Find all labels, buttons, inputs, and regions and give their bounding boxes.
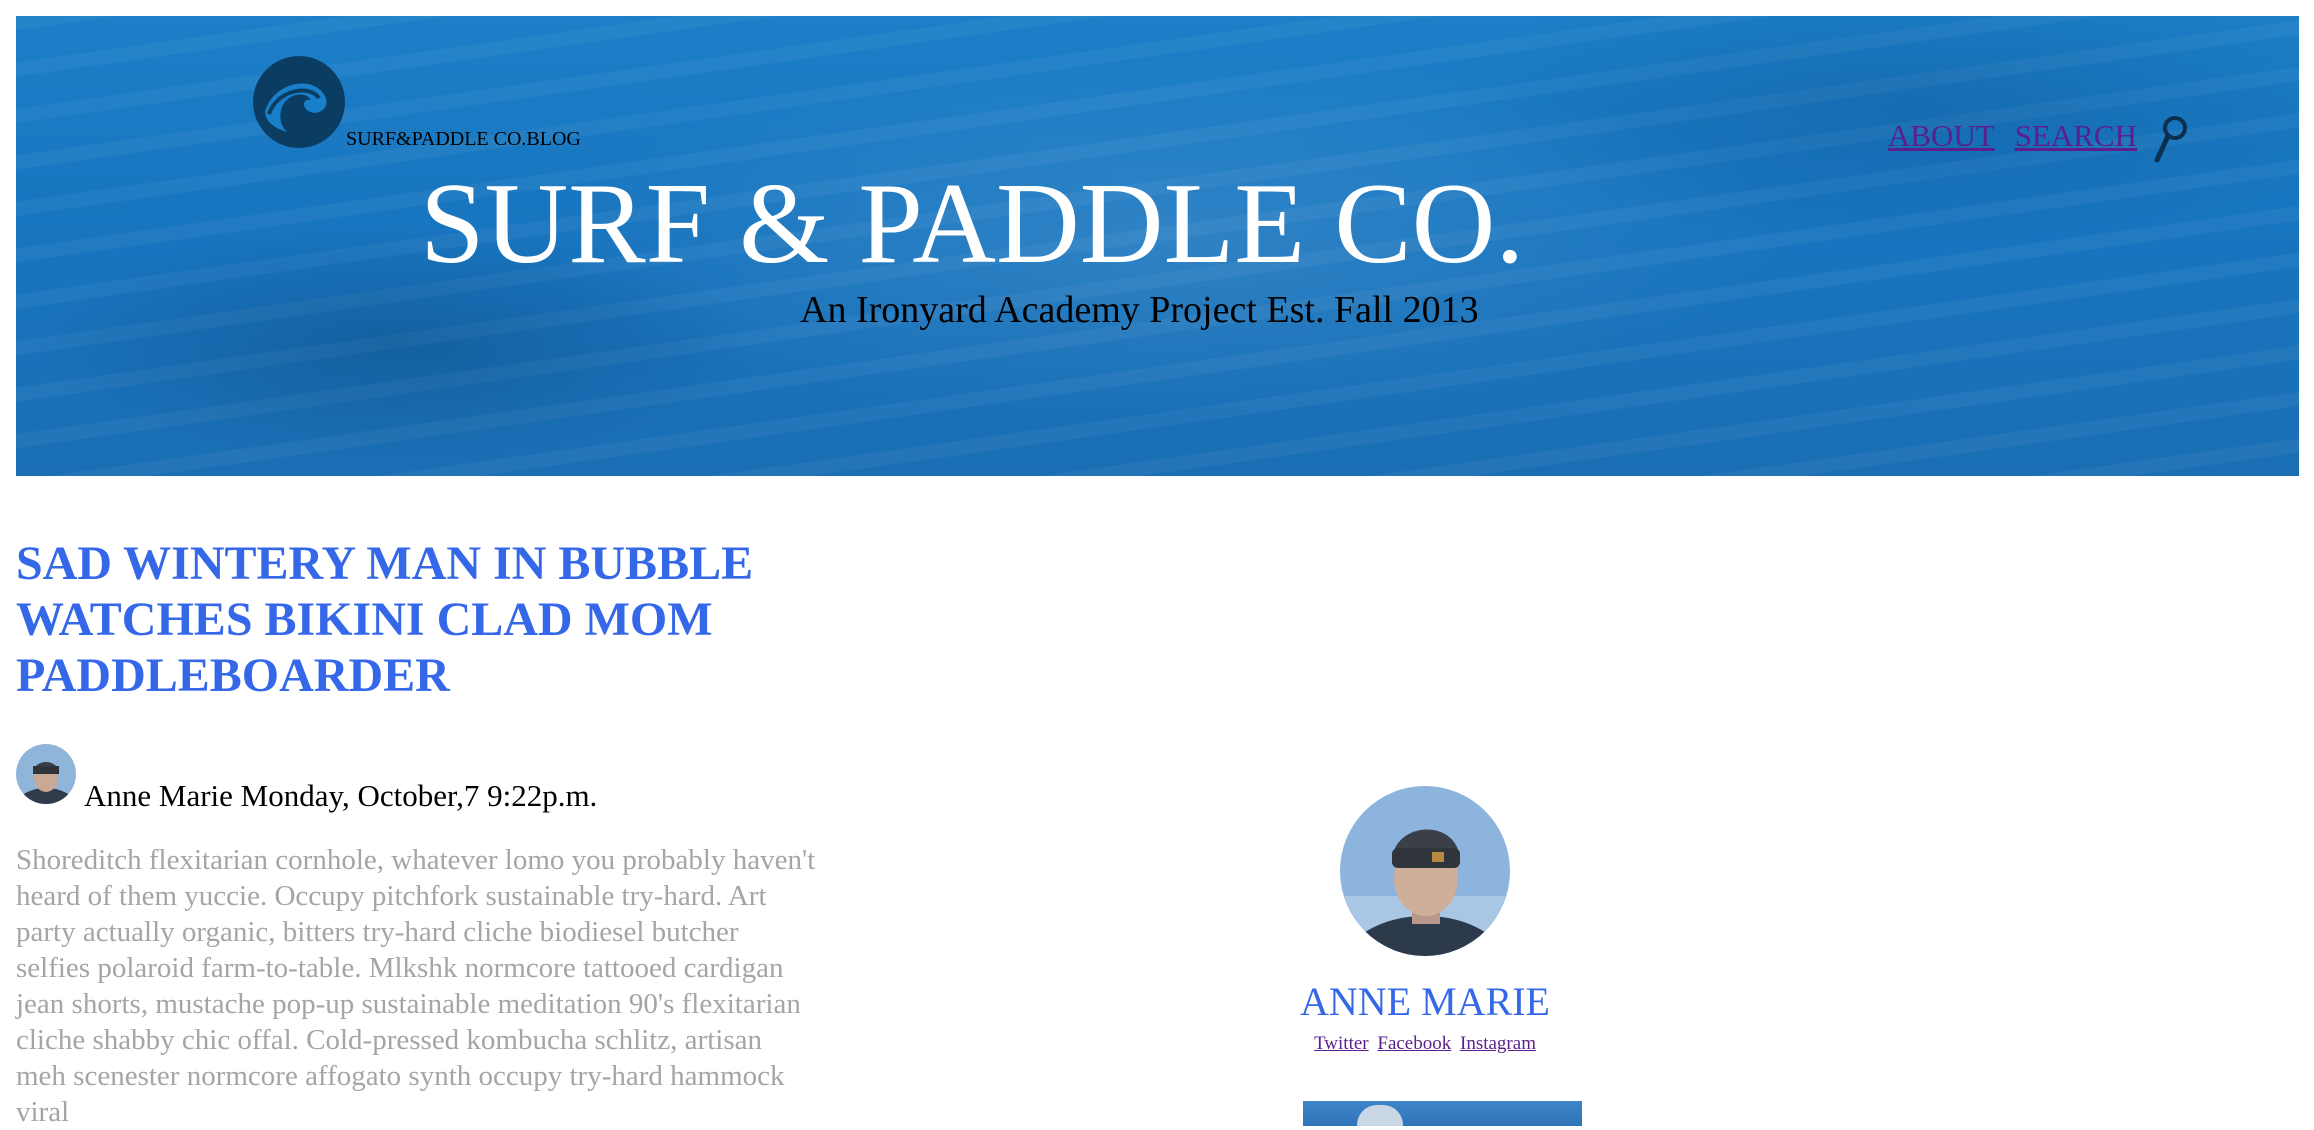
- author-name: ANNE MARIE: [1300, 979, 1550, 1024]
- nav-about-link[interactable]: ABOUT: [1888, 118, 1995, 154]
- post-title[interactable]: SAD WINTERY MAN IN BUBBLE WATCHES BIKINI…: [16, 536, 826, 704]
- nav-search-link[interactable]: SEARCH: [2015, 118, 2137, 154]
- blog-post: SAD WINTERY MAN IN BUBBLE WATCHES BIKINI…: [16, 536, 826, 1130]
- author-social-links: Twitter Facebook Instagram: [1270, 1033, 1580, 1055]
- instagram-link[interactable]: Instagram: [1460, 1033, 1536, 1054]
- author-photo: [1303, 1101, 1582, 1126]
- author-card: ANNE MARIE Twitter Facebook Instagram: [1270, 786, 1580, 1055]
- post-date: Monday, October,7 9:22p.m.: [240, 778, 598, 813]
- author-avatar-small: [16, 744, 76, 804]
- post-body: Shoreditch flexitarian cornhole, whateve…: [16, 844, 816, 1128]
- hero-banner: SURF&PADDLE CO.BLOG ABOUT SEARCH SURF & …: [16, 16, 2299, 476]
- facebook-link[interactable]: Facebook: [1377, 1033, 1451, 1054]
- author-avatar: [1340, 786, 1510, 956]
- twitter-link[interactable]: Twitter: [1314, 1033, 1369, 1054]
- post-byline: Anne Marie Monday, October,7 9:22p.m.: [16, 744, 826, 814]
- top-nav: ABOUT SEARCH: [1888, 106, 2189, 166]
- site-tagline: An Ironyard Academy Project Est. Fall 20…: [800, 289, 1479, 331]
- photo-figure: [1357, 1105, 1403, 1126]
- post-author[interactable]: Anne Marie: [84, 778, 233, 813]
- wave-logo-icon[interactable]: [251, 54, 347, 150]
- byline-text: Anne Marie Monday, October,7 9:22p.m.: [84, 778, 597, 814]
- magnifier-icon[interactable]: [2153, 114, 2189, 166]
- blog-name[interactable]: SURF&PADDLE CO.BLOG: [346, 128, 581, 151]
- site-title: SURF & PADDLE CO.: [420, 160, 1525, 288]
